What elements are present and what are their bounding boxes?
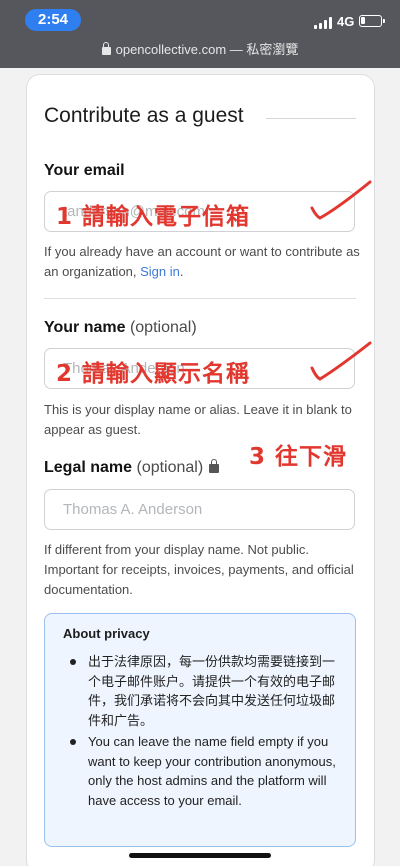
url-bar[interactable]: opencollective.com — 私密瀏覽	[0, 40, 400, 68]
lock-icon	[101, 42, 111, 55]
legal-name-input[interactable]	[45, 490, 354, 529]
annotation-step-3: 3 往下滑	[249, 444, 348, 470]
status-time: 2:54	[25, 9, 81, 31]
privacy-title: About privacy	[63, 626, 150, 641]
section-divider	[44, 298, 356, 299]
battery-icon	[359, 15, 385, 27]
privacy-item: You can leave the name field empty if yo…	[70, 732, 340, 810]
annotation-step-1: 1 請輸入電子信箱	[56, 204, 251, 230]
lock-icon	[209, 459, 220, 473]
email-help: If you already have an account or want t…	[44, 244, 360, 279]
signal-icon	[314, 17, 334, 29]
check-mark-icon	[310, 341, 372, 381]
network-type: 4G	[337, 14, 355, 29]
home-indicator	[129, 853, 271, 858]
legal-name-help: If different from your display name. Not…	[44, 542, 354, 597]
sign-in-link[interactable]: Sign in	[140, 264, 180, 279]
url-text: opencollective.com — 私密瀏覽	[115, 42, 299, 57]
name-label: Your name (optional)	[44, 319, 197, 336]
privacy-item: 出于法律原因，每一份供款均需要链接到一个电子邮件账户。请提供一个有效的电子邮件，…	[70, 652, 340, 730]
page-title: Contribute as a guest	[44, 104, 244, 127]
status-bar: 2:54 4G	[0, 0, 400, 40]
privacy-list: 出于法律原因，每一份供款均需要链接到一个电子邮件账户。请提供一个有效的电子邮件，…	[70, 652, 340, 810]
annotation-step-2: 2 請輸入顯示名稱	[56, 361, 251, 387]
check-mark-icon	[310, 180, 372, 220]
title-divider	[266, 118, 356, 119]
legal-name-field[interactable]	[44, 489, 355, 530]
privacy-notice: About privacy 出于法律原因，每一份供款均需要链接到一个电子邮件账户…	[44, 613, 356, 847]
legal-name-label: Legal name (optional)	[44, 459, 220, 477]
name-help: This is your display name or alias. Leav…	[44, 402, 352, 437]
email-label: Your email	[44, 162, 125, 179]
